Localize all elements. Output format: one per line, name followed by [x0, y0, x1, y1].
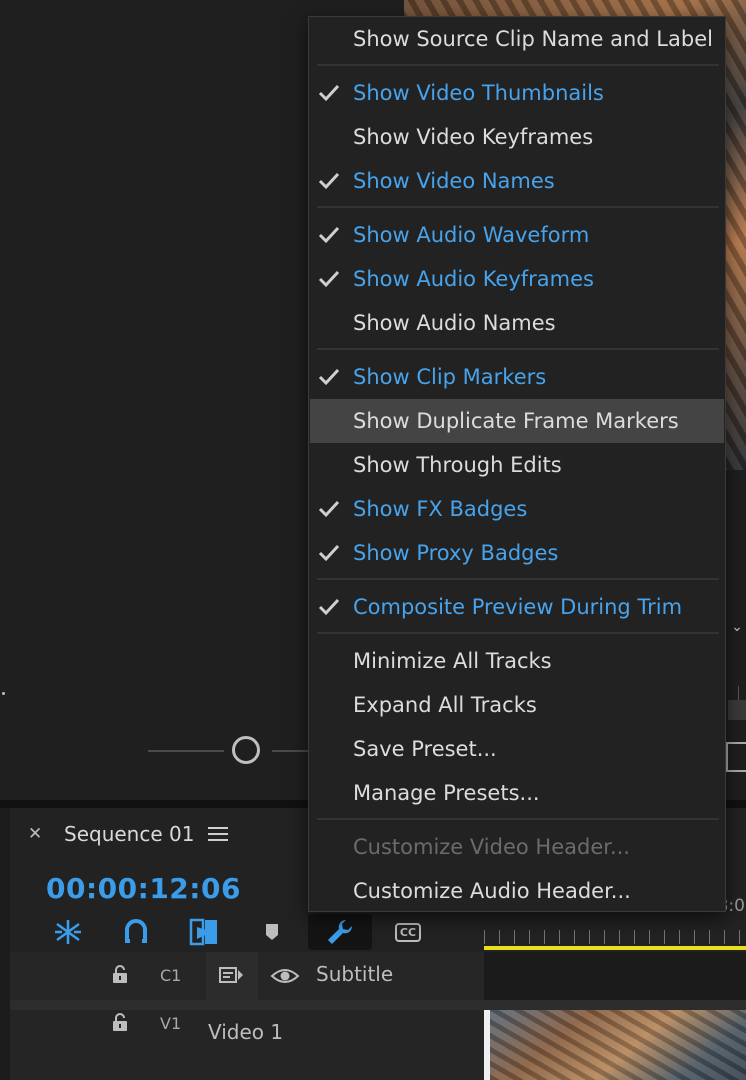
- track-label-v1[interactable]: V1: [160, 1014, 181, 1033]
- menu-item-show-audio-waveform[interactable]: Show Audio Waveform: [310, 213, 724, 257]
- menu-separator: [317, 64, 719, 66]
- snap-icon[interactable]: [50, 914, 86, 950]
- menu-separator: [317, 578, 719, 580]
- ruler-ticks: [484, 930, 746, 944]
- menu-item-label: Show Duplicate Frame Markers: [353, 409, 679, 433]
- menu-item-label: Composite Preview During Trim: [353, 595, 683, 619]
- program-ruler-bar: [728, 700, 746, 720]
- checkmark-icon: [318, 543, 340, 563]
- checkmark-icon: [318, 499, 340, 519]
- program-ruler-tick: [738, 686, 746, 700]
- timeline-display-settings-menu: Show Source Clip Name and Label Show Vid…: [308, 16, 726, 912]
- menu-item-label: Show FX Badges: [353, 497, 528, 521]
- menu-item-show-audio-keyframes[interactable]: Show Audio Keyframes: [310, 257, 724, 301]
- menu-separator: [317, 632, 719, 634]
- checkmark-icon: [318, 83, 340, 103]
- marker-icon[interactable]: [254, 914, 290, 950]
- menu-item-label: Show Through Edits: [353, 453, 562, 477]
- menu-item-customize-video-header: Customize Video Header...: [310, 825, 724, 869]
- menu-item-expand-all-tracks[interactable]: Expand All Tracks: [310, 683, 724, 727]
- checkmark-icon: [318, 367, 340, 387]
- menu-item-minimize-all-tracks[interactable]: Minimize All Tracks: [310, 639, 724, 683]
- menu-item-label: Show Proxy Badges: [353, 541, 559, 565]
- track-name-v1[interactable]: Video 1: [208, 1020, 283, 1044]
- menu-item-label: Manage Presets...: [353, 781, 540, 805]
- menu-item-show-through-edits[interactable]: Show Through Edits: [310, 443, 724, 487]
- lock-icon[interactable]: [112, 1012, 128, 1032]
- track-label-c1[interactable]: C1: [160, 966, 181, 985]
- track-output-icon[interactable]: [218, 964, 244, 986]
- menu-item-label: Minimize All Tracks: [353, 649, 552, 673]
- checkmark-icon: [318, 269, 340, 289]
- checkmark-icon: [318, 171, 340, 191]
- menu-item-label: Show Video Thumbnails: [353, 81, 604, 105]
- track-lane-c1[interactable]: [484, 952, 746, 1000]
- zoom-slider-track-right[interactable]: [272, 750, 312, 752]
- eye-icon[interactable]: [270, 966, 300, 986]
- checkmark-icon: [318, 597, 340, 617]
- menu-item-composite-preview-during-trim[interactable]: Composite Preview During Trim: [310, 585, 724, 629]
- menu-item-label: Expand All Tracks: [353, 693, 537, 717]
- close-icon[interactable]: ✕: [28, 822, 46, 846]
- track-name-c1[interactable]: Subtitle: [316, 962, 393, 986]
- zoom-slider-track[interactable]: [148, 750, 224, 752]
- program-button-icon[interactable]: [726, 742, 746, 772]
- menu-item-show-video-names[interactable]: Show Video Names: [310, 159, 724, 203]
- menu-item-label: Show Audio Waveform: [353, 223, 590, 247]
- menu-item-label: Show Audio Keyframes: [353, 267, 594, 291]
- menu-item-label: Save Preset...: [353, 737, 497, 761]
- menu-item-customize-audio-header[interactable]: Customize Audio Header...: [310, 869, 724, 913]
- menu-item-show-fx-badges[interactable]: Show FX Badges: [310, 487, 724, 531]
- menu-item-label: Show Source Clip Name and Label: [353, 27, 713, 51]
- linked-selection-icon[interactable]: [186, 914, 222, 950]
- menu-item-label: Show Video Names: [353, 169, 555, 193]
- menu-item-show-clip-markers[interactable]: Show Clip Markers: [310, 355, 724, 399]
- menu-item-label: Show Audio Names: [353, 311, 556, 335]
- hamburger-menu-icon[interactable]: [208, 824, 228, 844]
- zoom-slider-knob[interactable]: [232, 736, 260, 764]
- menu-item-show-video-thumbnails[interactable]: Show Video Thumbnails: [310, 71, 724, 115]
- wrench-icon[interactable]: [308, 914, 372, 950]
- captions-icon[interactable]: CC: [390, 914, 426, 950]
- menu-item-show-proxy-badges[interactable]: Show Proxy Badges: [310, 531, 724, 575]
- menu-separator: [317, 818, 719, 820]
- track-separator[interactable]: [10, 1000, 746, 1010]
- playhead-timecode[interactable]: 00:00:12:06: [46, 870, 241, 908]
- checkmark-icon: [318, 225, 340, 245]
- menu-separator: [317, 348, 719, 350]
- menu-item-label: Show Clip Markers: [353, 365, 547, 389]
- magnet-icon[interactable]: [118, 914, 154, 950]
- menu-item-manage-presets[interactable]: Manage Presets...: [310, 771, 724, 815]
- menu-item-save-preset[interactable]: Save Preset...: [310, 727, 724, 771]
- video-clip-thumbnail[interactable]: [490, 1010, 746, 1080]
- menu-item-show-duplicate-frame-markers[interactable]: Show Duplicate Frame Markers: [310, 399, 724, 443]
- source-dot: [2, 692, 5, 695]
- menu-item-label: Show Video Keyframes: [353, 125, 594, 149]
- chevron-down-icon[interactable]: ⌄: [728, 618, 746, 636]
- lock-icon[interactable]: [112, 964, 128, 984]
- menu-separator: [317, 206, 719, 208]
- menu-item-show-video-keyframes[interactable]: Show Video Keyframes: [310, 115, 724, 159]
- sequence-tab-title[interactable]: Sequence 01: [64, 820, 194, 848]
- menu-item-label: Customize Audio Header...: [353, 879, 631, 903]
- menu-item-show-source-clip-name[interactable]: Show Source Clip Name and Label: [310, 17, 724, 61]
- menu-item-show-audio-names[interactable]: Show Audio Names: [310, 301, 724, 345]
- menu-item-label: Customize Video Header...: [353, 835, 630, 859]
- work-area-bar[interactable]: [484, 946, 746, 950]
